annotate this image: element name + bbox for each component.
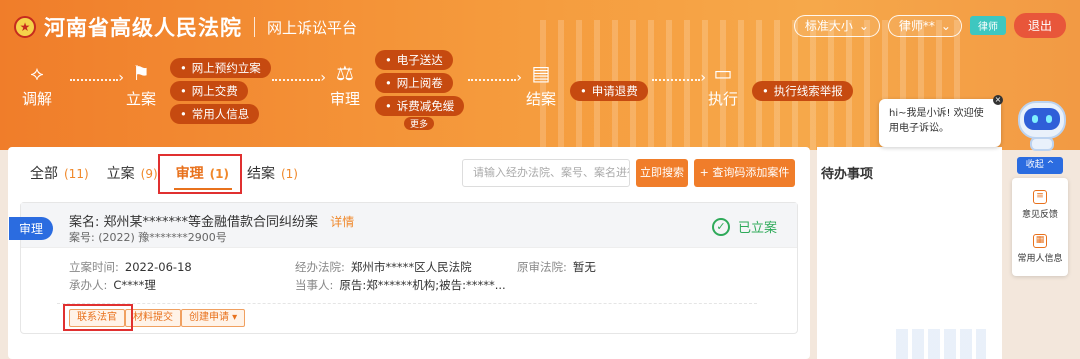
action-refund[interactable]: 申请退费 xyxy=(570,81,648,101)
platform-name: 网上诉讼平台 xyxy=(267,18,358,37)
highlight-box xyxy=(63,304,133,331)
user-menu[interactable]: 律师** ⌄ xyxy=(887,14,962,37)
handler: 承办人: C****理 xyxy=(69,278,156,292)
font-size-select[interactable]: 标准大小 ⌄ xyxy=(793,14,880,37)
todo-panel: 待办事项 xyxy=(817,147,1002,359)
stage-mediation[interactable]: ⟡ 调解 xyxy=(22,62,52,109)
action-common-persons[interactable]: 常用人信息 xyxy=(170,104,260,124)
side-toolbar: ≡ 意见反馈 ▦ 常用人信息 xyxy=(1012,178,1068,276)
stage-filing[interactable]: ⚑ 立案 xyxy=(126,62,156,109)
collapse-button[interactable]: 收起 ^ xyxy=(1017,157,1063,174)
court-name: 河南省高级人民法院 xyxy=(44,16,242,40)
header-controls: 标准大小 ⌄ 律师** ⌄ 律师 退出 xyxy=(793,13,1066,38)
detail-link[interactable]: 详情 xyxy=(330,215,354,229)
action-online-filing[interactable]: 网上预约立案 xyxy=(170,58,271,78)
stage-closing[interactable]: ▤ 结案 xyxy=(526,62,556,109)
action-online-file-review[interactable]: 网上阅卷 xyxy=(375,73,453,93)
stage-trial[interactable]: ⚖ 审理 xyxy=(330,62,360,109)
monitor-icon: ▭ xyxy=(713,61,733,85)
clipboard-icon: ▤ xyxy=(531,61,551,85)
chevron-down-icon: ⌄ xyxy=(940,18,951,33)
search-input[interactable]: 请输入经办法院、案号、案名进行 xyxy=(462,159,630,187)
check-circle-icon: ✓ xyxy=(711,217,730,236)
tab-closed[interactable]: 结案 (1) xyxy=(247,163,298,183)
case-card: 审理 案名: 郑州某*******等金融借款合同纠纷案 详情 案号: (2022… xyxy=(9,202,798,334)
flow-connector xyxy=(652,70,706,86)
gavel-icon: ⚖ xyxy=(336,61,354,85)
assistant-robot-icon[interactable] xyxy=(1014,95,1070,151)
action-fee-reduction[interactable]: 诉费减免缓 xyxy=(375,96,465,116)
case-name: 案名: 郑州某*******等金融借款合同纠纷案 详情 xyxy=(69,215,355,230)
submit-materials-button[interactable]: 材料提交 xyxy=(125,309,181,327)
chevron-down-icon: ⌄ xyxy=(858,18,869,33)
flow-connector xyxy=(468,70,522,86)
case-number: 案号: (2022) 豫*******2900号 xyxy=(69,231,227,244)
original-court: 原审法院: 暂无 xyxy=(517,260,596,274)
case-panel: 全部 (11) 立案 (9) 审理 (1) 结案 (1) 请输入经办法院、案号、案名进行… xyxy=(8,147,810,359)
court-emblem-icon: ★ xyxy=(14,16,36,38)
logout-button[interactable]: 退出 xyxy=(1013,13,1066,38)
tab-all[interactable]: 全部 (11) xyxy=(30,163,89,183)
tab-filing[interactable]: 立案 (9) xyxy=(107,163,158,183)
card-divider xyxy=(57,303,757,304)
stage-execution[interactable]: ▭ 执行 xyxy=(708,62,738,109)
title-divider xyxy=(254,17,255,37)
handling-court: 经办法院: 郑州市*****区人民法院 xyxy=(295,260,472,274)
action-online-payment[interactable]: 网上交费 xyxy=(170,81,248,101)
parties: 当事人: 原告:郑******机构;被告:*****... xyxy=(295,278,506,292)
comment-icon: ≡ xyxy=(1033,190,1047,204)
common-persons-button[interactable]: ▦ 常用人信息 xyxy=(1012,234,1068,264)
create-application-button[interactable]: 创建申请 ▾ xyxy=(181,309,246,327)
search-button[interactable]: 立即搜索 xyxy=(636,159,688,187)
flag-icon: ⚑ xyxy=(132,61,150,85)
building-illustration xyxy=(896,329,986,359)
case-card-header: 审理 案名: 郑州某*******等金融借款合同纠纷案 详情 案号: (2022… xyxy=(9,203,797,248)
filing-time: 立案时间: 2022-06-18 xyxy=(69,260,192,274)
add-case-button[interactable]: + 查询码添加案件 xyxy=(694,159,795,187)
stage-tag: 审理 xyxy=(9,217,54,240)
more-link[interactable]: 更多 xyxy=(404,117,435,130)
action-execution-report[interactable]: 执行线索举报 xyxy=(752,81,853,101)
document-icon: ▦ xyxy=(1033,234,1047,248)
assistant-bubble: hi~我是小诉! 欢迎使用电子诉讼。 × xyxy=(879,95,1003,147)
highlight-box xyxy=(158,154,242,194)
close-icon[interactable]: × xyxy=(993,95,1003,105)
status-badge: ✓ 已立案 xyxy=(711,217,777,236)
role-badge: 律师 xyxy=(969,16,1006,35)
feedback-button[interactable]: ≡ 意见反馈 xyxy=(1012,190,1068,220)
assistant-greeting: hi~我是小诉! 欢迎使用电子诉讼。 xyxy=(889,108,984,134)
action-e-delivery[interactable]: 电子送达 xyxy=(375,50,453,70)
handshake-icon: ⟡ xyxy=(30,61,44,85)
todo-title: 待办事项 xyxy=(821,167,874,182)
flow-connector xyxy=(70,70,124,86)
flow-connector xyxy=(272,70,326,86)
court-logo: ★ 河南省高级人民法院 网上诉讼平台 xyxy=(14,12,357,42)
